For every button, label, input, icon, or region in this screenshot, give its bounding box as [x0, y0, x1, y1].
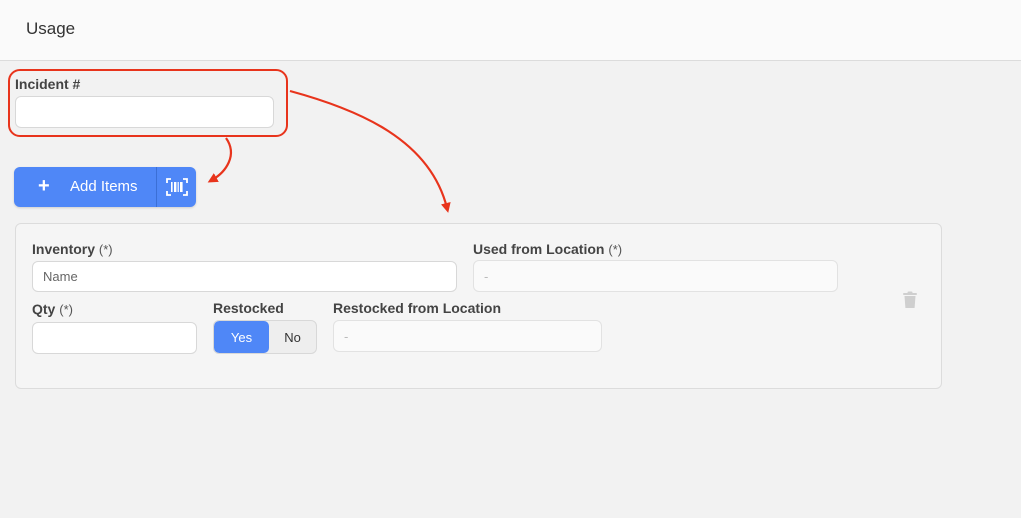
qty-label: Qty (*) [32, 301, 73, 317]
add-items-label: Add Items [70, 178, 138, 195]
restocked-from-location-select[interactable] [333, 320, 602, 352]
trash-icon[interactable] [902, 291, 918, 309]
restocked-no-option[interactable]: No [269, 321, 316, 353]
page-header: Usage [0, 0, 1021, 61]
annotation-highlight [8, 69, 288, 137]
add-items-main[interactable]: + Add Items [14, 167, 156, 207]
qty-input[interactable] [32, 322, 197, 354]
inventory-input[interactable] [32, 261, 457, 292]
annotation-arrow-to-add-items [207, 137, 232, 183]
annotation-arrow-to-item-card [289, 89, 451, 213]
plus-icon: + [38, 175, 50, 197]
add-items-button[interactable]: + Add Items [14, 167, 196, 207]
used-from-location-label: Used from Location (*) [473, 241, 623, 257]
restocked-yes-option[interactable]: Yes [214, 321, 269, 353]
restocked-toggle: Yes No [213, 320, 317, 354]
restocked-from-location-label: Restocked from Location [333, 300, 502, 316]
inventory-label: Inventory (*) [32, 241, 113, 257]
page-title: Usage [26, 19, 76, 38]
used-from-location-select[interactable] [473, 260, 838, 292]
barcode-scan-icon[interactable] [157, 167, 196, 207]
restocked-label: Restocked [213, 300, 284, 316]
